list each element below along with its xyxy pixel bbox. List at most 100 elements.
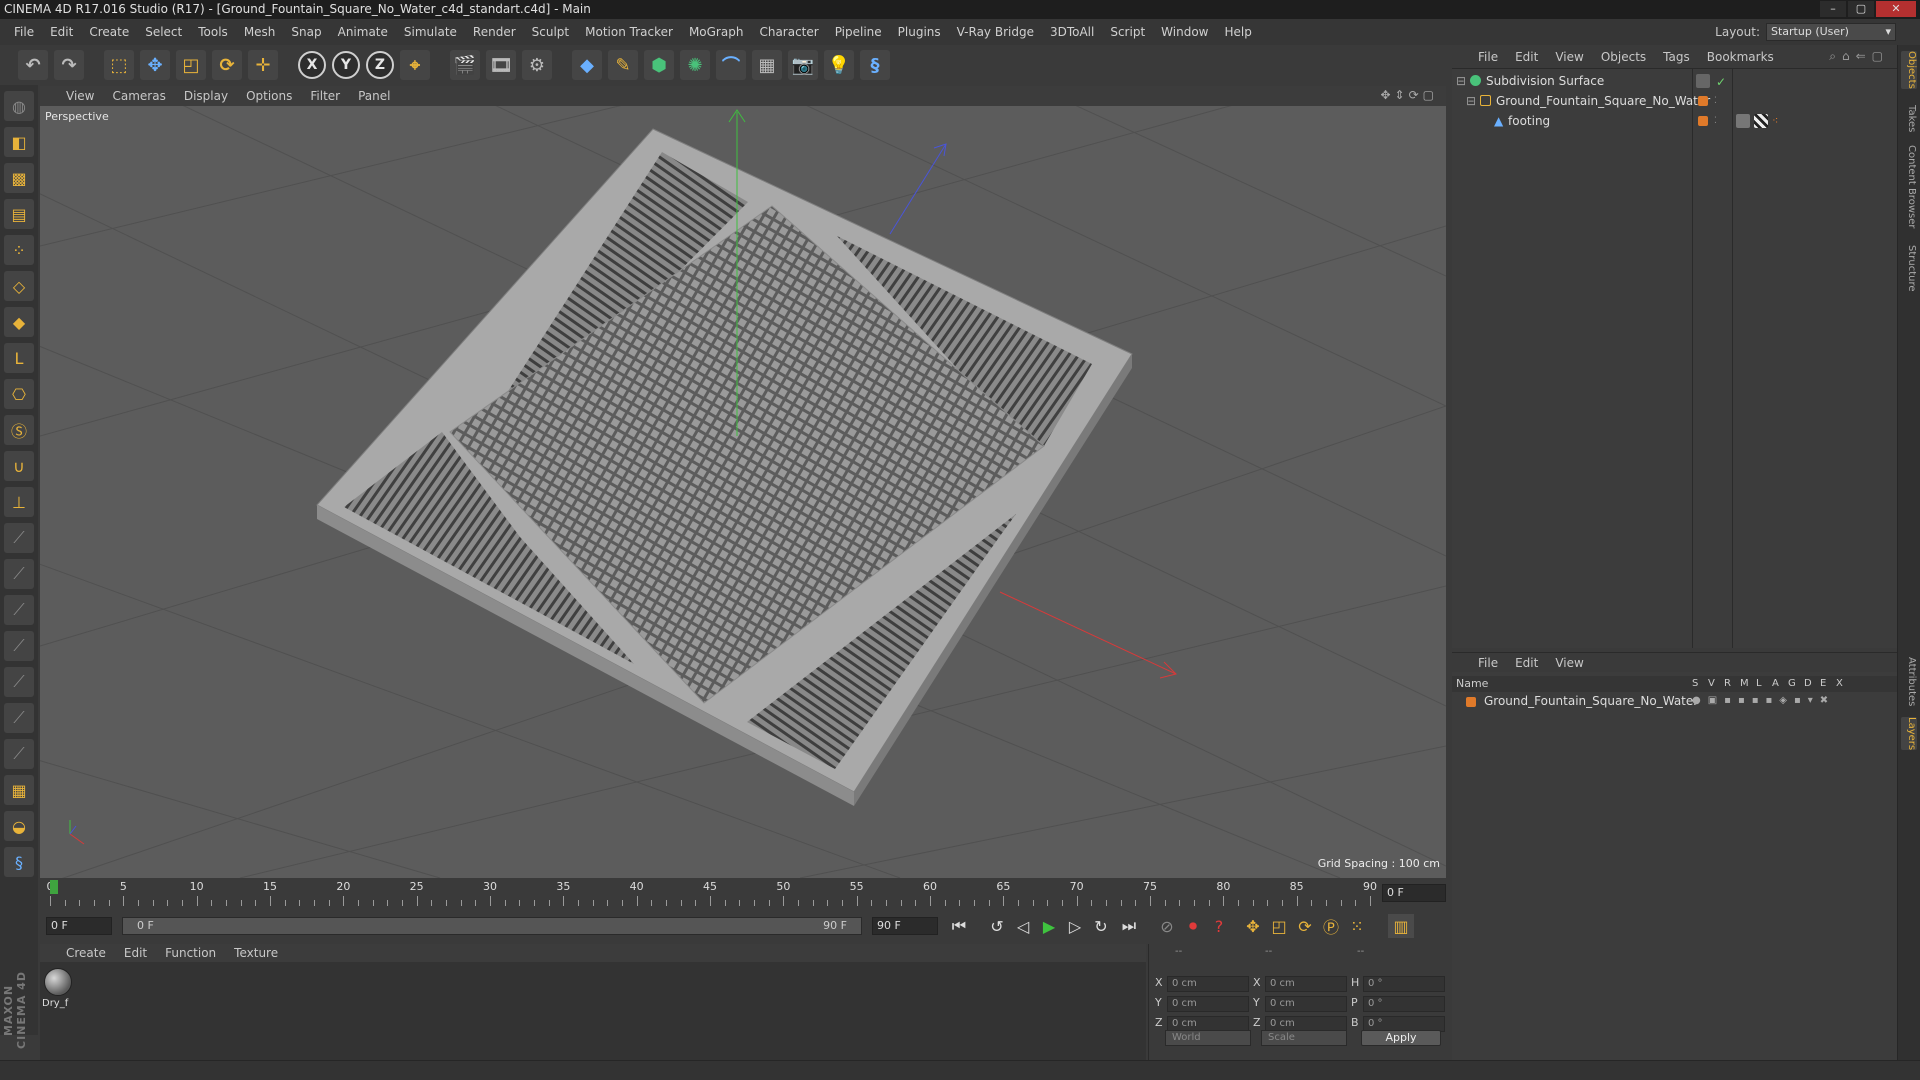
menu-edit[interactable]: Edit bbox=[42, 25, 81, 39]
visibility-dots-icon[interactable]: ⁚ bbox=[1714, 91, 1717, 111]
material-preview-sphere[interactable] bbox=[44, 968, 72, 996]
menu-snap[interactable]: Snap bbox=[283, 25, 329, 39]
live-selection-button[interactable]: ⬚ bbox=[104, 50, 134, 80]
prev-key-button[interactable]: ↺ bbox=[984, 914, 1010, 938]
tool-slot-6[interactable]: ⟋ bbox=[4, 703, 34, 733]
layers-menu-edit[interactable]: Edit bbox=[1515, 656, 1538, 670]
layer-color-icon[interactable] bbox=[1698, 116, 1708, 126]
texture-mode-button[interactable]: ▩ bbox=[4, 163, 34, 193]
material-menu-edit[interactable]: Edit bbox=[124, 946, 147, 960]
next-frame-button[interactable]: ▷ bbox=[1062, 914, 1088, 938]
tab-layers[interactable]: Layers bbox=[1901, 717, 1917, 751]
cloner-button[interactable]: ✺ bbox=[680, 50, 710, 80]
rotate-button[interactable]: ⟳ bbox=[212, 50, 242, 80]
viewport-perspective[interactable]: Perspective Grid Spacing : 100 cm bbox=[40, 106, 1446, 878]
transform-button[interactable]: ✛ bbox=[248, 50, 278, 80]
pos-x-field[interactable]: 0 cm bbox=[1167, 976, 1249, 992]
edit-toggle-icon[interactable] bbox=[1696, 74, 1710, 88]
objects-menu-tags[interactable]: Tags bbox=[1663, 50, 1690, 64]
render-view-button[interactable]: 🎬 bbox=[450, 50, 480, 80]
visibility-dots-icon[interactable]: ⁚ bbox=[1714, 111, 1717, 131]
current-frame-field[interactable]: 0 F bbox=[1382, 884, 1446, 902]
pen-spline-button[interactable]: ✎ bbox=[608, 50, 638, 80]
rot-p-field[interactable]: 0 ° bbox=[1363, 996, 1445, 1012]
selection-tag-icon[interactable]: ⁖ bbox=[1772, 111, 1786, 127]
play-button[interactable]: ▶ bbox=[1036, 914, 1062, 938]
material-name[interactable]: Dry_f bbox=[42, 998, 68, 1009]
tool-slot-3[interactable]: ⟋ bbox=[4, 595, 34, 625]
axis-mode-button[interactable]: L bbox=[4, 343, 34, 373]
objects-menu-bookmarks[interactable]: Bookmarks bbox=[1707, 50, 1774, 64]
x-axis-button[interactable]: X bbox=[298, 51, 326, 79]
menu-render[interactable]: Render bbox=[465, 25, 524, 39]
polygons-mode-button[interactable]: ◆ bbox=[4, 307, 34, 337]
collapse-icon[interactable]: ⊟ bbox=[1466, 91, 1476, 111]
tab-attributes[interactable]: Attributes bbox=[1901, 657, 1917, 706]
apply-button[interactable]: Apply bbox=[1361, 1030, 1441, 1046]
menu-vray-bridge[interactable]: V-Ray Bridge bbox=[949, 25, 1042, 39]
menu-pipeline[interactable]: Pipeline bbox=[827, 25, 890, 39]
preview-range-slider[interactable]: 0 F 90 F bbox=[122, 917, 862, 935]
size-mode-dropdown[interactable]: Scale bbox=[1261, 1030, 1347, 1046]
tweak-mode-button[interactable]: ⎔ bbox=[4, 379, 34, 409]
material-menu-texture[interactable]: Texture bbox=[234, 946, 278, 960]
objects-menu-view[interactable]: View bbox=[1555, 50, 1583, 64]
menu-sculpt[interactable]: Sculpt bbox=[524, 25, 577, 39]
light-button[interactable]: 💡 bbox=[824, 50, 854, 80]
playhead[interactable] bbox=[50, 880, 58, 894]
scale-button[interactable]: ◰ bbox=[176, 50, 206, 80]
start-frame-field[interactable]: 0 F bbox=[46, 917, 112, 935]
layer-color-icon[interactable] bbox=[1466, 697, 1476, 707]
timeline-ticks[interactable]: 051015202530354045505560657075808590 bbox=[47, 878, 1377, 908]
enabled-check-icon[interactable]: ✓ bbox=[1716, 72, 1726, 92]
tool-slot-1[interactable]: ⟋ bbox=[4, 523, 34, 553]
viewport-nav-icons[interactable]: ✥⇕⟳▢ bbox=[1380, 88, 1438, 102]
objects-menu-edit[interactable]: Edit bbox=[1515, 50, 1538, 64]
viewport-menu-display[interactable]: Display bbox=[184, 89, 228, 103]
tab-takes[interactable]: Takes bbox=[1901, 105, 1917, 132]
menu-animate[interactable]: Animate bbox=[330, 25, 396, 39]
objects-menu-file[interactable]: File bbox=[1478, 50, 1498, 64]
x-axis-gizmo[interactable] bbox=[999, 591, 1177, 675]
gradient-button[interactable]: ◒ bbox=[4, 811, 34, 841]
viewport-menu-cameras[interactable]: Cameras bbox=[112, 89, 165, 103]
menu-script[interactable]: Script bbox=[1102, 25, 1153, 39]
object-row-ground[interactable]: ⊟ Ground_Fountain_Square_No_Water ⁚ bbox=[1452, 91, 1897, 111]
render-settings-button[interactable]: ⚙ bbox=[522, 50, 552, 80]
key-position-button[interactable]: ✥ bbox=[1240, 914, 1266, 938]
object-row-subdivision[interactable]: ⊟ Subdivision Surface ✓ bbox=[1452, 71, 1897, 91]
menu-mesh[interactable]: Mesh bbox=[236, 25, 284, 39]
move-button[interactable]: ✥ bbox=[140, 50, 170, 80]
python-tool-button[interactable]: § bbox=[4, 847, 34, 877]
go-to-start-button[interactable]: ⏮ bbox=[946, 914, 972, 938]
layer-row[interactable]: Ground_Fountain_Square_No_Water ●▣▪▪▪▪◈▪… bbox=[1452, 692, 1897, 710]
go-to-end-button[interactable]: ⏭ bbox=[1116, 914, 1142, 938]
record-key-button[interactable]: ⏺ bbox=[1180, 914, 1206, 938]
cube-button[interactable]: ◆ bbox=[572, 50, 602, 80]
layer-flag-icons[interactable]: ●▣▪▪▪▪◈▪▾✖ bbox=[1692, 692, 1835, 710]
menu-character[interactable]: Character bbox=[751, 25, 826, 39]
objects-menu-objects[interactable]: Objects bbox=[1601, 50, 1646, 64]
menu-mograph[interactable]: MoGraph bbox=[681, 25, 752, 39]
viewport-menu-filter[interactable]: Filter bbox=[310, 89, 340, 103]
render-picture-viewer-button[interactable]: 🎞 bbox=[486, 50, 516, 80]
object-manager-nav-icons[interactable]: ⌕⌂⇐▢ bbox=[1829, 49, 1889, 64]
python-button[interactable]: § bbox=[860, 50, 890, 80]
viewport-menu-view[interactable]: View bbox=[66, 89, 94, 103]
menu-plugins[interactable]: Plugins bbox=[890, 25, 949, 39]
workplane-mode-button[interactable]: ▤ bbox=[4, 199, 34, 229]
size-x-field[interactable]: 0 cm bbox=[1265, 976, 1347, 992]
maximize-button[interactable]: ▢ bbox=[1848, 1, 1874, 17]
size-y-field[interactable]: 0 cm bbox=[1265, 996, 1347, 1012]
layer-color-icon[interactable] bbox=[1698, 96, 1708, 106]
workplane-axis-button[interactable]: ⊥ bbox=[4, 487, 34, 517]
menu-window[interactable]: Window bbox=[1153, 25, 1216, 39]
model-mode-button[interactable]: ◧ bbox=[4, 127, 34, 157]
menu-file[interactable]: File bbox=[6, 25, 42, 39]
close-button[interactable]: ✕ bbox=[1876, 1, 1916, 17]
menu-tools[interactable]: Tools bbox=[190, 25, 236, 39]
viewport-menu-panel[interactable]: Panel bbox=[358, 89, 390, 103]
tool-slot-7[interactable]: ⟋ bbox=[4, 739, 34, 769]
key-scale-button[interactable]: ◰ bbox=[1266, 914, 1292, 938]
menu-help[interactable]: Help bbox=[1216, 25, 1259, 39]
